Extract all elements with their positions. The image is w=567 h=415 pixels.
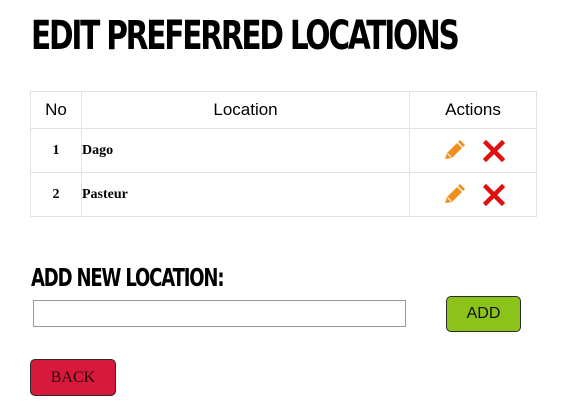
locations-table: No Location Actions 1 Dago 2 Pasteur <box>30 91 537 217</box>
row-actions <box>409 172 537 217</box>
page-title: Edit Preferred Locations <box>31 13 460 59</box>
table-row: 2 Pasteur <box>30 172 537 217</box>
add-location-heading: Add New Location: <box>31 263 225 292</box>
column-header-no: No <box>30 91 82 129</box>
row-number: 1 <box>30 128 82 173</box>
row-number: 2 <box>30 172 82 217</box>
location-name: Dago <box>81 128 410 173</box>
location-name: Pasteur <box>81 172 410 217</box>
row-actions <box>409 128 537 173</box>
new-location-input[interactable] <box>33 300 406 327</box>
column-header-actions: Actions <box>409 91 537 129</box>
x-icon[interactable] <box>482 139 505 162</box>
pencil-icon[interactable] <box>442 139 465 162</box>
column-header-location: Location <box>81 91 410 129</box>
add-button[interactable]: ADD <box>446 296 521 332</box>
pencil-icon[interactable] <box>442 183 465 206</box>
table-header-row: No Location Actions <box>30 91 537 129</box>
back-button[interactable]: BACK <box>30 359 116 396</box>
table-row: 1 Dago <box>30 128 537 173</box>
x-icon[interactable] <box>482 183 505 206</box>
